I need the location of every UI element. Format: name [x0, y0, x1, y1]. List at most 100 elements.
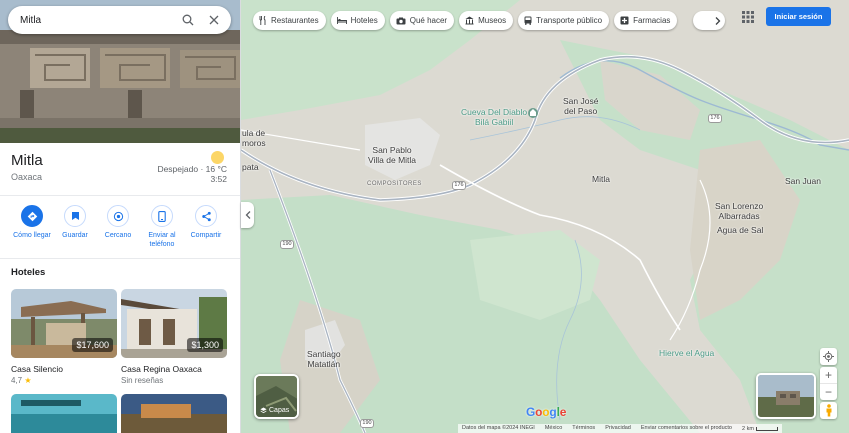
place-panel: Mitla Mitla Oaxaca Despejado · 16 °C 3:5… [0, 0, 241, 433]
place-header: Mitla Oaxaca Despejado · 16 °C 3:52 [0, 143, 240, 196]
map-data-attribution[interactable]: Datos del mapa ©2024 INEGI [462, 425, 535, 432]
map-footer: Datos del mapa ©2024 INEGI México Términ… [458, 424, 782, 433]
share-button[interactable]: Compartir [184, 205, 228, 240]
search-box[interactable]: Mitla [8, 6, 231, 34]
zoom-in-button[interactable]: + [820, 367, 837, 383]
hotel-card-partial[interactable] [121, 394, 227, 433]
share-label: Compartir [190, 232, 222, 239]
pegman-icon[interactable] [820, 402, 837, 419]
chevron-left-icon [245, 211, 250, 219]
google-logo: Google [526, 405, 567, 419]
map-label-san-jose-del-paso[interactable]: San José del Paso [563, 96, 598, 117]
bookmark-icon [64, 205, 86, 227]
directions-icon [21, 205, 43, 227]
chip-hotels[interactable]: Hoteles [330, 11, 385, 30]
weather-info: Despejado · 16 °C 3:52 [157, 164, 227, 184]
hotel-name: Casa Silencio [11, 364, 63, 374]
scale-indicator[interactable]: 2 km [742, 425, 778, 432]
map-label-compositores: COMPOSITORES [367, 181, 422, 187]
map-label-mitla[interactable]: Mitla [592, 174, 610, 185]
chip-label: Hoteles [350, 16, 378, 25]
place-title: Mitla [11, 152, 43, 169]
hotel-photo: $17,600 [11, 289, 117, 358]
map-label-hierve-el-agua[interactable]: Hierve el Agua [659, 348, 714, 359]
map-label-cueva-del-diablo[interactable]: Cueva Del Diablo Bilá Gabiil [461, 107, 527, 128]
share-icon [195, 205, 217, 227]
category-chips: Restaurantes Hoteles Qué hacer Museos Tr… [253, 11, 678, 30]
route-badge-190: 190 [360, 419, 374, 428]
bed-icon [336, 17, 347, 24]
hotel-card-partial[interactable] [11, 394, 117, 433]
hotel-price: $17,600 [72, 338, 113, 352]
chips-scroll-right-button[interactable] [693, 11, 725, 30]
collapse-panel-button[interactable] [241, 202, 254, 228]
directions-button[interactable]: Cómo llegar [10, 205, 54, 240]
hotel-card[interactable]: $17,600 Casa Silencio 4,7 ★ [11, 289, 117, 385]
map-label-santiago-matatlan[interactable]: Santiago Matatlán [307, 349, 341, 370]
country-link[interactable]: México [545, 425, 562, 432]
chip-label: Restaurantes [271, 16, 319, 25]
hotels-heading: Hoteles [11, 267, 46, 278]
crosshair-icon [823, 351, 834, 362]
map-label-san-juan[interactable]: San Juan [785, 176, 821, 187]
search-input[interactable]: Mitla [20, 15, 175, 26]
terms-link[interactable]: Términos [572, 425, 595, 432]
close-icon[interactable] [201, 7, 227, 33]
chip-things-to-do[interactable]: Qué hacer [389, 11, 455, 30]
chip-transit[interactable]: Transporte público [518, 11, 610, 30]
chip-label: Farmacias [633, 16, 671, 25]
layers-label: Capas [260, 407, 289, 414]
chip-museums[interactable]: Museos [459, 11, 514, 30]
maps-window: Cueva Del Diablo Bilá Gabiil San José de… [0, 0, 849, 433]
chip-label: Transporte público [536, 16, 603, 25]
search-icon[interactable] [175, 7, 201, 33]
send-to-phone-label: Enviar al teléfono [148, 232, 176, 248]
pharmacy-icon [620, 16, 629, 25]
layers-icon [260, 407, 267, 414]
hotel-price: $1,300 [187, 338, 223, 352]
camera-icon [396, 17, 406, 25]
street-view-thumbnail[interactable] [756, 373, 816, 419]
my-location-button[interactable] [820, 348, 837, 365]
zoom-controls: + − [820, 367, 837, 400]
apps-grid-icon[interactable] [741, 10, 755, 24]
map-label-agua-de-sal[interactable]: Agua de Sal [717, 225, 763, 236]
route-badge-176: 176 [452, 181, 466, 190]
send-to-phone-button[interactable]: Enviar al teléfono [140, 205, 184, 249]
fork-knife-icon [259, 16, 267, 25]
chip-label: Museos [478, 16, 507, 25]
nearby-label: Cercano [104, 232, 132, 239]
route-badge-190: 190 [280, 240, 294, 249]
directions-label: Cómo llegar [13, 232, 51, 239]
museum-icon [465, 16, 474, 25]
phone-icon [151, 205, 173, 227]
feedback-link[interactable]: Enviar comentarios sobre el producto [641, 425, 732, 432]
hotel-rating: 4,7 ★ [11, 376, 117, 385]
bus-icon [524, 16, 532, 25]
hotel-card[interactable]: $1,300 Casa Regina Oaxaca Sin reseñas [121, 289, 227, 385]
chevron-right-icon [715, 16, 721, 25]
map-label-san-pablo-villa-de-mitla[interactable]: San Pablo Villa de Mitla [368, 145, 416, 166]
hotel-review-status: Sin reseñas [121, 376, 164, 385]
layers-button[interactable]: Capas [254, 374, 299, 419]
hotel-name: Casa Regina Oaxaca [121, 364, 202, 374]
nearby-icon [107, 205, 129, 227]
place-region: Oaxaca [11, 172, 43, 182]
chip-restaurants[interactable]: Restaurantes [253, 11, 326, 30]
map-label-san-lorenzo-albarradas[interactable]: San Lorenzo Albarradas [715, 201, 763, 222]
place-hero-photo[interactable]: Mitla [0, 0, 240, 143]
weather-time: 3:52 [210, 174, 227, 184]
privacy-link[interactable]: Privacidad [605, 425, 631, 432]
weather-condition: Despejado · 16 °C [157, 164, 227, 174]
hotel-rating-value: 4,7 [11, 376, 23, 385]
sign-in-button[interactable]: Iniciar sesión [766, 7, 831, 26]
map-label-edge-mid: pata [242, 162, 259, 172]
scale-bar [755, 426, 778, 431]
sun-icon [211, 151, 224, 164]
save-label: Guardar [62, 232, 88, 239]
chip-pharmacies[interactable]: Farmacias [614, 11, 678, 30]
save-button[interactable]: Guardar [53, 205, 97, 240]
route-badge-176: 176 [708, 114, 722, 123]
nearby-button[interactable]: Cercano [96, 205, 140, 240]
zoom-out-button[interactable]: − [820, 383, 837, 399]
